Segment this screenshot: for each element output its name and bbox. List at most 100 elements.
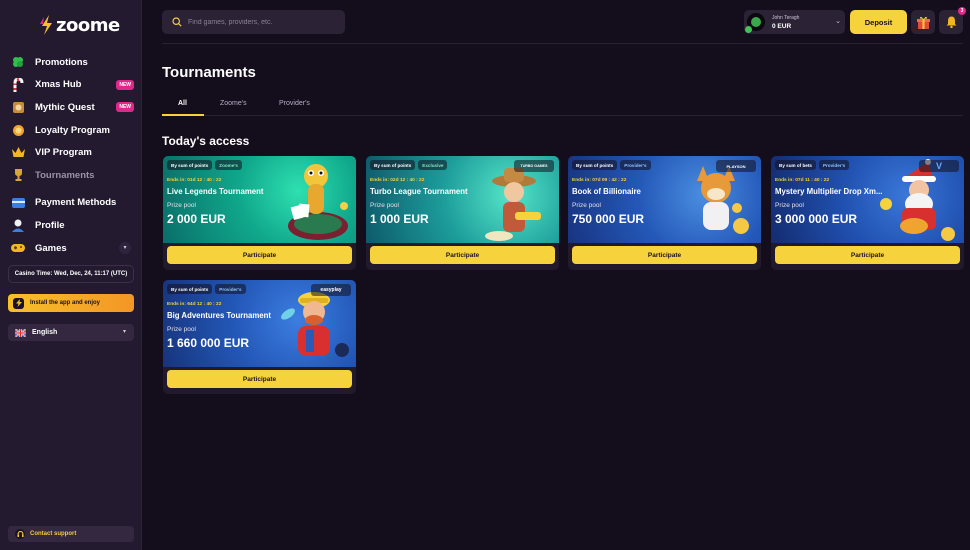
category-tag: Provider's: [818, 160, 850, 170]
sidebar-item-payment-methods[interactable]: Payment Methods: [8, 192, 136, 215]
tournament-title: Big Adventures Tournament: [167, 311, 271, 320]
ends-in-timer: Ends in: 02d 12 : 40 : 22: [370, 178, 425, 183]
sidebar-item-label: Promotions: [35, 56, 88, 68]
tournament-banner: By sum of points Provider's easyplay End…: [163, 280, 356, 367]
section-title: Today's access: [162, 134, 250, 148]
avatar: [745, 13, 765, 33]
active-tab-indicator: [162, 114, 204, 116]
tab-providers[interactable]: Provider's: [279, 100, 310, 107]
participate-button[interactable]: Participate: [167, 370, 352, 388]
brand-logo[interactable]: zoome: [40, 14, 120, 36]
install-app-label: Install the app and enjoy: [30, 300, 101, 306]
type-tag: By sum of points: [370, 160, 416, 170]
provider-logo: TURBO GAMES: [514, 160, 554, 172]
status-dot: [745, 26, 752, 33]
ends-in-timer: Ends in: 64d 12 : 40 : 22: [167, 302, 222, 307]
tournament-card[interactable]: By sum of points Zoome's Ends in: 01d 12…: [163, 156, 356, 270]
tag-row: By sum of points Provider's: [572, 160, 651, 170]
tournament-card[interactable]: By sum of bets Provider's V Ends in: 07d…: [771, 156, 964, 270]
sidebar-item-xmas-hub[interactable]: Xmas Hub NEW: [8, 74, 136, 97]
sidebar-item-label: Loyalty Program: [35, 124, 110, 136]
chevron-down-icon[interactable]: ▾: [119, 241, 131, 254]
tournament-title: Live Legends Tournament: [167, 187, 264, 196]
language-label: English: [32, 329, 58, 336]
sidebar-item-mythic-quest[interactable]: Mythic Quest NEW: [8, 96, 136, 119]
tag-row: By sum of points Provider's: [167, 284, 246, 294]
participate-button[interactable]: Participate: [775, 246, 960, 264]
headset-icon: [15, 529, 25, 539]
tournament-card[interactable]: By sum of points Provider's easyplay End…: [163, 280, 356, 394]
header-divider: [162, 43, 963, 44]
language-select[interactable]: English ▾: [8, 324, 134, 341]
user-balance: 0 EUR: [772, 23, 792, 30]
tournament-banner: By sum of points Zoome's Ends in: 01d 12…: [163, 156, 356, 243]
card-icon: [11, 196, 25, 210]
prize-pool-amount: 3 000 000 EUR: [775, 212, 858, 226]
category-tag: Zoome's: [215, 160, 242, 170]
new-badge: NEW: [116, 79, 134, 90]
gift-button[interactable]: [911, 10, 935, 34]
tournament-banner: By sum of points Exclusive TURBO GAMES E…: [366, 156, 559, 243]
search-bar[interactable]: [162, 10, 345, 34]
category-tag: Exclusive: [418, 160, 448, 170]
loyalty-icon: [11, 123, 25, 137]
user-name: John Teragh: [772, 15, 800, 21]
sidebar-item-label: Games: [35, 242, 67, 254]
user-account-menu[interactable]: John Teragh 0 EUR ⌄: [744, 10, 845, 34]
participate-button[interactable]: Participate: [572, 246, 757, 264]
sidebar-item-label: Mythic Quest: [35, 101, 95, 113]
ends-in-timer: Ends in: 01d 12 : 40 : 22: [167, 178, 222, 183]
prize-pool-label: Prize pool: [775, 202, 804, 209]
prize-pool-amount: 2 000 EUR: [167, 212, 226, 226]
participate-button[interactable]: Participate: [167, 246, 352, 264]
tournament-banner: By sum of points Provider's PLAYSON Ends…: [568, 156, 761, 243]
bolt-icon: [40, 15, 52, 35]
tab-all[interactable]: All: [178, 100, 187, 107]
chevron-down-icon: ▾: [122, 329, 126, 335]
tag-row: By sum of points Zoome's: [167, 160, 242, 170]
candy-cane-icon: [11, 77, 25, 92]
participate-button[interactable]: Participate: [370, 246, 555, 264]
sidebar-item-loyalty-program[interactable]: Loyalty Program: [8, 119, 136, 142]
type-tag: By sum of points: [167, 284, 213, 294]
tab-zoomes[interactable]: Zoome's: [220, 100, 247, 107]
bolt-icon: [13, 297, 24, 309]
notifications-button[interactable]: 3: [939, 7, 966, 34]
avatar-image: [751, 17, 761, 27]
sidebar-item-label: Payment Methods: [35, 197, 117, 209]
new-badge: NEW: [116, 102, 134, 113]
tournament-card[interactable]: By sum of points Provider's PLAYSON Ends…: [568, 156, 761, 270]
sidebar-item-promotions[interactable]: Promotions: [8, 51, 136, 74]
sidebar-item-tournaments[interactable]: Tournaments: [8, 164, 136, 187]
prize-pool-label: Prize pool: [167, 326, 196, 333]
casino-time: Casino Time: Wed, Dec, 24, 11:17 (UTC): [8, 265, 134, 283]
brand-name: zoome: [56, 14, 120, 36]
profile-icon: [11, 218, 25, 232]
prize-pool-label: Prize pool: [167, 202, 196, 209]
search-input[interactable]: [188, 18, 328, 26]
tag-row: By sum of bets Provider's: [775, 160, 850, 170]
provider-logo: V: [919, 160, 959, 172]
lizard-dealer-art: [288, 164, 348, 240]
chevron-down-icon: ⌄: [835, 18, 841, 25]
sidebar-item-label: Xmas Hub: [35, 79, 82, 91]
ends-in-timer: Ends in: 07d 11 : 40 : 22: [775, 178, 830, 183]
sidebar-item-label: VIP Program: [35, 147, 92, 159]
contact-support-label: Contact support: [30, 531, 77, 537]
tournament-card[interactable]: By sum of points Exclusive TURBO GAMES E…: [366, 156, 559, 270]
tournament-title: Mystery Multiplier Drop Xm...: [775, 187, 883, 196]
contact-support-button[interactable]: Contact support: [8, 526, 134, 542]
category-tag: Provider's: [620, 160, 651, 170]
uk-flag-icon: [15, 328, 26, 337]
prize-pool-amount: 750 000 EUR: [572, 212, 645, 226]
sidebar-item-profile[interactable]: Profile: [8, 214, 136, 237]
sidebar-item-label: Tournaments: [35, 169, 95, 181]
install-app-button[interactable]: Install the app and enjoy: [8, 294, 134, 312]
deposit-button[interactable]: Deposit: [850, 10, 907, 34]
ends-in-timer: Ends in: 07d 09 : 42 : 22: [572, 178, 627, 183]
gamepad-icon: [11, 241, 25, 255]
sidebar-item-games[interactable]: Games ▾: [8, 237, 136, 260]
type-tag: By sum of bets: [775, 160, 816, 170]
trophy-icon: [11, 168, 25, 182]
sidebar-item-vip-program[interactable]: VIP Program: [8, 141, 136, 164]
